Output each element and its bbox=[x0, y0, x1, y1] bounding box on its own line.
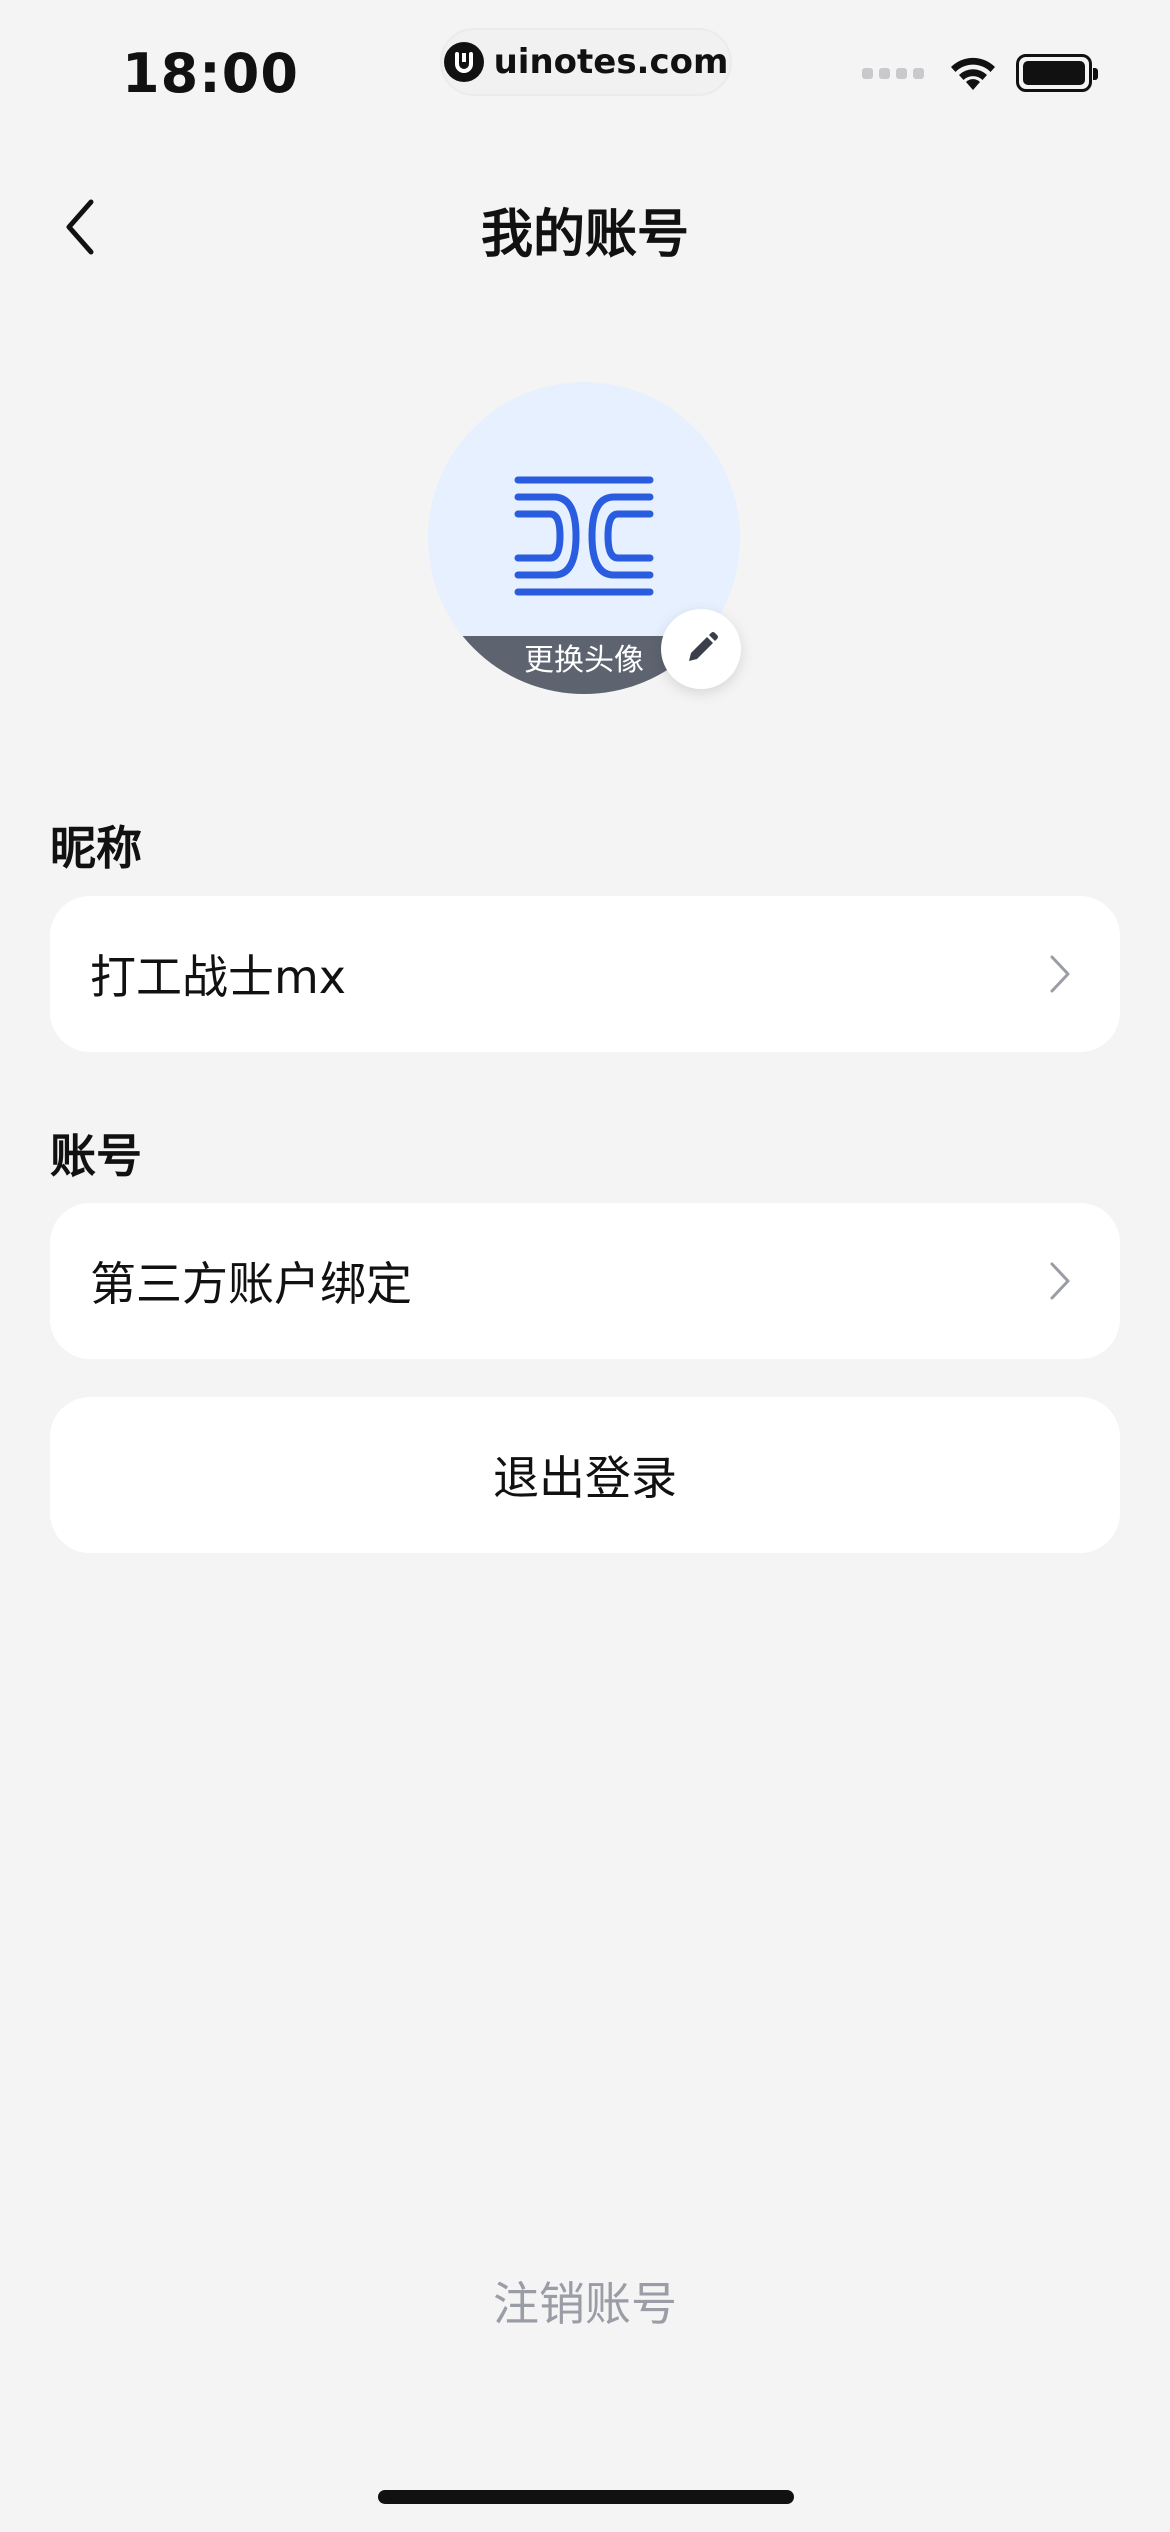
deactivate-account-link[interactable]: 注销账号 bbox=[0, 2268, 1170, 2334]
url-pill[interactable]: uinotes.com bbox=[440, 28, 732, 96]
account-screen: 18:00 uinotes.com 我的账号 更换头像 昵称 打工战士mx 账号… bbox=[0, 0, 1170, 2532]
status-icons bbox=[862, 54, 1098, 92]
nickname-value: 打工战士mx bbox=[90, 950, 347, 1004]
edit-avatar-button[interactable] bbox=[661, 609, 741, 689]
wifi-icon bbox=[951, 57, 995, 90]
home-indicator[interactable] bbox=[378, 2490, 794, 2504]
chevron-right-icon bbox=[1040, 949, 1080, 999]
nickname-section-label: 昵称 bbox=[50, 821, 142, 875]
pencil-icon bbox=[689, 632, 718, 661]
account-section-label: 账号 bbox=[50, 1129, 142, 1183]
nickname-row[interactable]: 打工战士mx bbox=[50, 896, 1120, 1052]
third-party-binding-row[interactable]: 第三方账户绑定 bbox=[50, 1203, 1120, 1359]
logout-label: 退出登录 bbox=[493, 1451, 677, 1505]
third-party-binding-label: 第三方账户绑定 bbox=[90, 1257, 412, 1311]
page-title: 我的账号 bbox=[480, 205, 689, 265]
cellular-signal-icon bbox=[862, 67, 924, 79]
app-logo-icon bbox=[514, 476, 654, 596]
logout-button[interactable]: 退出登录 bbox=[50, 1397, 1120, 1553]
status-time: 18:00 bbox=[122, 42, 299, 105]
battery-icon bbox=[1016, 54, 1098, 92]
chevron-right-icon bbox=[1040, 1256, 1080, 1306]
site-logo-icon bbox=[443, 42, 484, 82]
url-text: uinotes.com bbox=[493, 42, 729, 82]
